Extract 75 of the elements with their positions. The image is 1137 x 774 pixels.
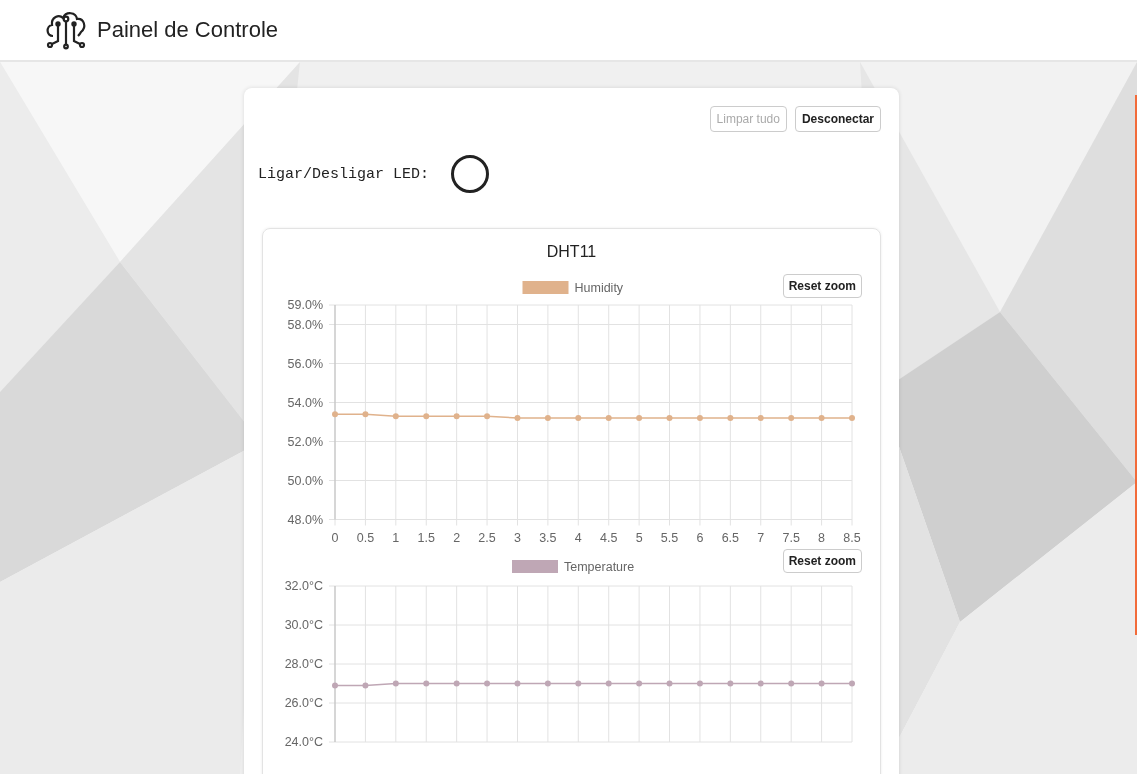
x-axis-label: 8.5 [843, 530, 861, 545]
x-axis-label: 6.5 [721, 530, 740, 545]
data-point [818, 415, 825, 422]
data-point [605, 680, 612, 687]
data-point [514, 415, 521, 422]
data-point [484, 413, 491, 420]
data-point [575, 415, 582, 422]
data-point [696, 680, 703, 687]
x-axis-label: 1.5 [417, 530, 435, 545]
reset-zoom-button[interactable]: Reset zoom [782, 549, 862, 573]
data-point [423, 413, 430, 420]
page-title: Painel de Controle [97, 17, 278, 43]
x-axis-label: 5 [635, 530, 643, 545]
data-point [636, 680, 643, 687]
data-point [453, 680, 460, 687]
x-axis-label: 4.5 [600, 530, 618, 545]
data-point [332, 411, 338, 418]
data-point [666, 415, 673, 422]
y-axis-label: 54.0% [287, 395, 323, 410]
y-axis-label: 32.0°C [284, 579, 323, 593]
x-axis-label: 0.5 [356, 530, 375, 545]
x-axis-label: 4 [574, 530, 582, 545]
y-axis-label: 30.0°C [284, 618, 323, 632]
data-point [362, 682, 369, 689]
y-axis-label: 26.0°C [284, 696, 323, 710]
x-axis-label: 3.5 [539, 530, 557, 545]
y-axis-label: 56.0% [287, 356, 323, 371]
led-label: Ligar/Desligar LED: [258, 165, 430, 183]
y-axis-label: 28.0°C [284, 657, 323, 671]
data-point [757, 415, 764, 422]
x-axis-label: 2 [453, 530, 461, 545]
x-axis-label: 1 [392, 530, 400, 545]
data-point [332, 682, 338, 689]
data-point [514, 680, 521, 687]
x-axis-label: 7 [757, 530, 765, 545]
data-point [575, 680, 582, 687]
data-point [362, 411, 369, 418]
data-point [484, 680, 491, 687]
data-point [696, 415, 703, 422]
x-axis-label: 6 [696, 530, 704, 545]
data-point [849, 415, 855, 422]
data-point [849, 680, 855, 687]
x-axis-label: 0 [331, 530, 339, 545]
data-point [544, 415, 551, 422]
led-toggle[interactable] [451, 155, 490, 193]
data-point [392, 413, 399, 420]
data-point [666, 680, 673, 687]
x-axis-label: 8 [818, 530, 826, 545]
y-axis-label: 52.0% [287, 434, 323, 449]
legend-label: Temperature [564, 560, 635, 574]
x-axis-label: 7.5 [782, 530, 800, 545]
y-axis-label: 50.0% [287, 473, 323, 488]
data-point [757, 680, 764, 687]
data-point [788, 415, 795, 422]
data-point [818, 680, 825, 687]
action-button[interactable]: Desconectar [794, 106, 881, 132]
data-point [453, 413, 460, 420]
data-point [727, 680, 734, 687]
reset-zoom-button[interactable]: Reset zoom [782, 274, 862, 298]
y-axis-label: 59.0% [287, 298, 323, 312]
data-point [605, 415, 612, 422]
data-point [423, 680, 430, 687]
data-point [727, 415, 734, 422]
legend-label: Humidity [574, 281, 624, 295]
x-axis-label: 3 [514, 530, 521, 545]
panel-title: DHT11 [545, 243, 598, 261]
data-point [788, 680, 795, 687]
y-axis-label: 24.0°C [284, 735, 323, 749]
data-point [544, 680, 551, 687]
x-axis-label: 5.5 [660, 530, 679, 545]
y-axis-label: 58.0% [287, 317, 323, 332]
data-point [392, 680, 399, 687]
x-axis-label: 2.5 [478, 530, 496, 545]
y-axis-label: 48.0% [287, 512, 323, 527]
data-point [636, 415, 643, 422]
